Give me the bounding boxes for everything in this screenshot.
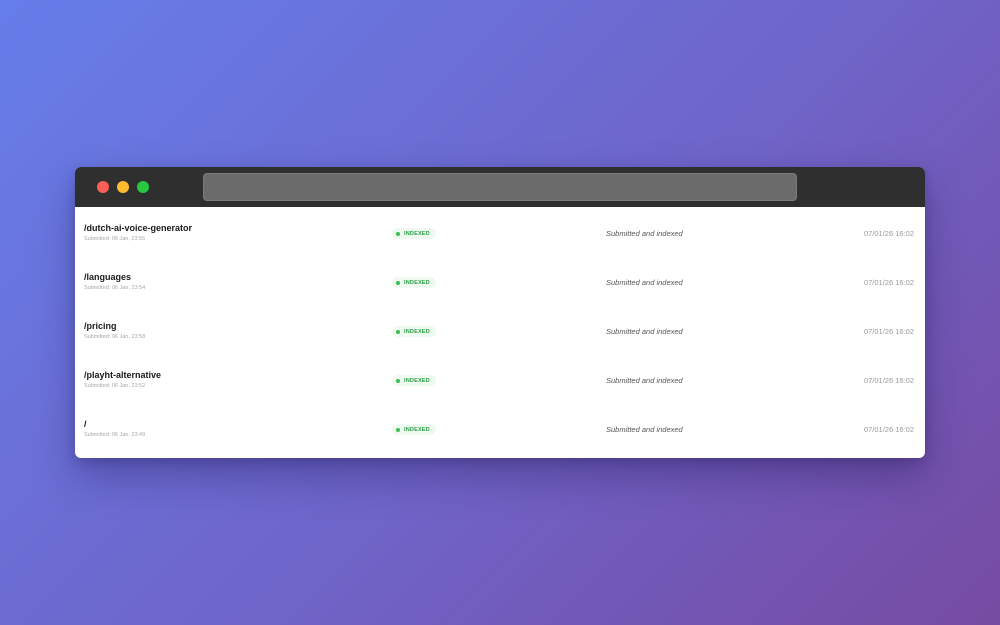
submitted-time: Submitted: 06 Jan, 23:55 — [84, 236, 146, 242]
status-badge: INDEXED — [392, 277, 436, 288]
page-path: /pricing — [84, 321, 117, 331]
submitted-time: Submitted: 06 Jan, 23:49 — [84, 432, 146, 438]
page-path: /playht-alternative — [84, 370, 162, 380]
address-bar[interactable] — [203, 173, 797, 201]
maximize-window-button[interactable] — [137, 181, 149, 193]
status-badge-label: INDEXED — [404, 377, 430, 384]
coverage-status: Submitted and indexed — [606, 229, 683, 238]
status-badge-label: INDEXED — [404, 426, 430, 433]
list-item[interactable]: /dutch-ai-voice-generator Submitted: 06 … — [75, 207, 925, 256]
coverage-status: Submitted and indexed — [606, 278, 683, 287]
last-checked-time: 07/01/26 16:02 — [863, 376, 914, 385]
window-titlebar — [75, 167, 925, 207]
page-path: /languages — [84, 272, 132, 282]
list-item[interactable]: / Submitted: 06 Jan, 23:49 INDEXED Submi… — [75, 403, 925, 452]
submitted-time: Submitted: 06 Jan, 23:54 — [84, 285, 146, 291]
coverage-status: Submitted and indexed — [606, 327, 683, 336]
status-dot-icon — [396, 427, 400, 432]
last-checked-time: 07/01/26 16:02 — [863, 229, 914, 238]
status-dot-icon — [396, 378, 400, 383]
status-badge-label: INDEXED — [404, 328, 430, 335]
status-badge: INDEXED — [392, 375, 436, 386]
status-dot-icon — [396, 280, 400, 285]
last-checked-time: 07/01/26 16:02 — [863, 278, 914, 287]
last-checked-time: 07/01/26 16:02 — [863, 327, 914, 336]
indexing-list: /dutch-ai-voice-generator Submitted: 06 … — [75, 207, 925, 458]
coverage-status: Submitted and indexed — [606, 425, 683, 434]
status-badge: INDEXED — [392, 424, 436, 435]
minimize-window-button[interactable] — [117, 181, 129, 193]
submitted-time: Submitted: 06 Jan, 23:58 — [84, 334, 146, 340]
list-item[interactable]: /pricing Submitted: 06 Jan, 23:58 INDEXE… — [75, 305, 925, 354]
list-item[interactable]: /playht-alternative Submitted: 06 Jan, 2… — [75, 354, 925, 403]
status-badge: INDEXED — [392, 326, 436, 337]
browser-window: /dutch-ai-voice-generator Submitted: 06 … — [75, 167, 925, 458]
status-badge: INDEXED — [392, 228, 436, 239]
last-checked-time: 07/01/26 16:02 — [863, 425, 914, 434]
status-badge-label: INDEXED — [404, 279, 430, 286]
list-item[interactable]: /languages Submitted: 06 Jan, 23:54 INDE… — [75, 256, 925, 305]
status-dot-icon — [396, 329, 400, 334]
page-path: /dutch-ai-voice-generator — [84, 223, 193, 233]
status-badge-label: INDEXED — [404, 230, 430, 237]
coverage-status: Submitted and indexed — [606, 376, 683, 385]
submitted-time: Submitted: 06 Jan, 23:52 — [84, 383, 146, 389]
close-window-button[interactable] — [97, 181, 109, 193]
page-path: / — [84, 419, 87, 429]
status-dot-icon — [396, 231, 400, 236]
